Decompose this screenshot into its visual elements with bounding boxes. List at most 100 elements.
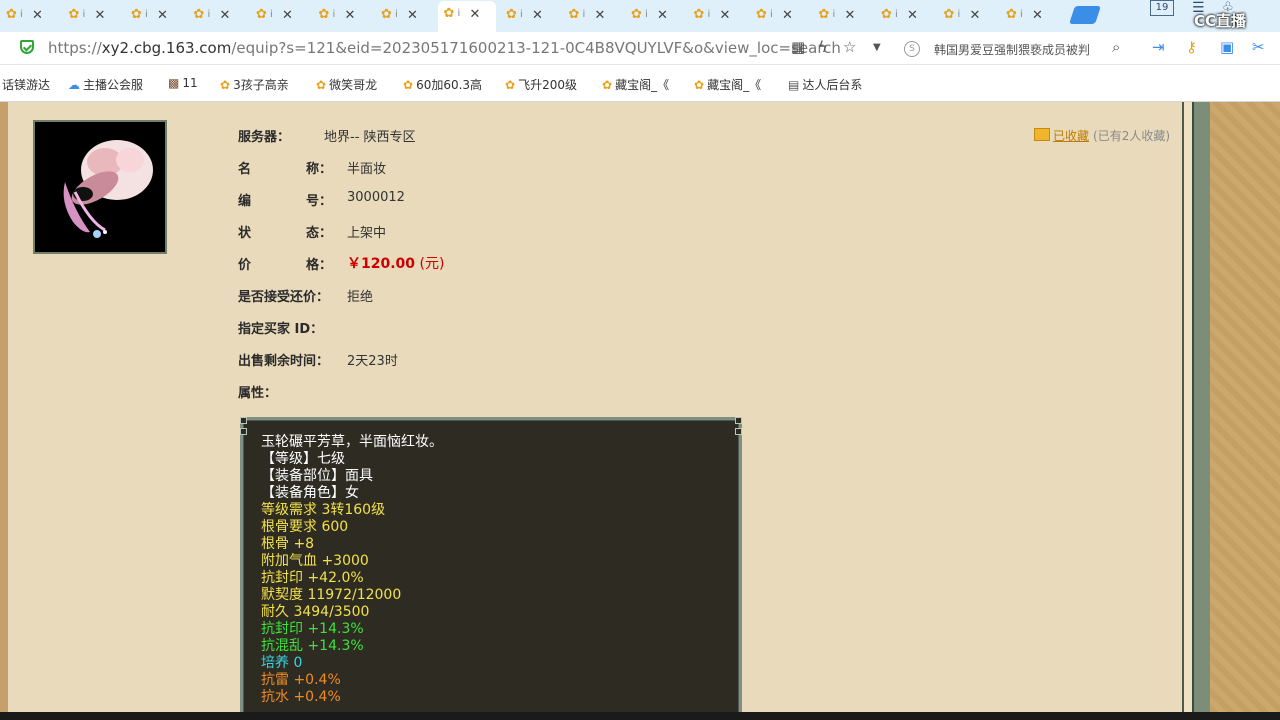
bookmark-item[interactable]: 话镁游达 — [2, 76, 50, 93]
tab-close-icon[interactable]: ✕ — [657, 8, 668, 23]
game-icon: ▩ — [168, 76, 180, 90]
server-value: 地界-- 陕西专区 — [324, 130, 416, 145]
bookmark-item[interactable]: ▩ 11 — [168, 76, 198, 90]
tab-close-icon[interactable]: ✕ — [95, 8, 106, 23]
bookmark-label: 达人后台系 — [802, 78, 863, 92]
qr-code-icon[interactable]: ▦ — [791, 38, 805, 56]
tab-close-icon[interactable]: ✕ — [157, 8, 168, 23]
item-image-frame — [33, 120, 167, 254]
price-label: 价 格： — [238, 254, 332, 273]
dropdown-chevron-icon[interactable]: ▼ — [873, 42, 881, 53]
browser-tab[interactable]: ✿ ⅰ ✕ — [437, 1, 496, 32]
chick-favicon-icon: ✿ — [443, 6, 455, 21]
bookmarks-bar: 话镁游达 ☁ 主播公会服 ▩ 11 ✿ 3孩子高亲 ✿ 微笑哥龙 ✿ 60加60.3高 ✿… — [0, 65, 1280, 102]
tab-close-icon[interactable]: ✕ — [595, 8, 606, 23]
favorite-area: 已收藏 (已有2人收藏) — [1034, 127, 1170, 144]
browser-tab[interactable]: ✿ ⅰ ✕ — [688, 2, 746, 30]
tab-close-icon[interactable]: ✕ — [782, 8, 793, 23]
box-corner — [240, 417, 247, 424]
tab-close-icon[interactable]: ✕ — [345, 8, 356, 23]
attribute-line: 等级需求 3转160级 — [261, 502, 386, 518]
attribute-line: 【装备部位】面具 — [261, 468, 373, 484]
attribute-line: 抗水 +0.4% — [261, 689, 341, 705]
scissors-icon[interactable]: ✂ — [1252, 38, 1265, 56]
name-label-a: 名 — [238, 162, 252, 177]
browser-tab[interactable]: ✿ ⅰ ✕ — [813, 2, 871, 30]
url-host: xy2.cbg.163.com — [101, 39, 232, 57]
tab-close-icon[interactable]: ✕ — [282, 8, 293, 23]
bookmark-item[interactable]: ☁ 主播公会服 — [68, 76, 143, 93]
tab-close-icon[interactable]: ✕ — [907, 8, 918, 23]
url-input[interactable]: https://xy2.cbg.163.com/equip?s=121&eid=… — [48, 39, 841, 57]
attribute-line: 【等级】七级 — [261, 451, 345, 467]
bargain-label: 是否接受还价： — [238, 290, 330, 305]
translate-icon[interactable]: ▣ — [1220, 38, 1234, 56]
bookmark-item[interactable]: ▤ 达人后台系 — [788, 76, 862, 93]
browser-tab[interactable]: ✿ ⅰ ✕ — [625, 2, 683, 30]
tab-close-icon[interactable]: ✕ — [470, 7, 481, 22]
tab-close-icon[interactable]: ✕ — [1032, 8, 1043, 23]
price-value: ￥120.00 (元) — [347, 253, 444, 273]
chick-icon: ✿ — [403, 78, 414, 92]
attribute-line: 默契度 11972/12000 — [261, 587, 402, 603]
status-label: 状 态： — [238, 222, 332, 241]
browser-tab[interactable]: ✿ ⅰ ✕ — [250, 2, 308, 30]
status-value: 上架中 — [347, 226, 387, 241]
login-icon[interactable]: ⇥ — [1152, 38, 1165, 56]
side-border — [1184, 102, 1192, 712]
browser-tab[interactable]: ✿ ⅰ ✕ — [938, 2, 996, 30]
bookmark-item[interactable]: ✿ 藏宝阁_《 — [602, 76, 669, 93]
lightning-icon[interactable]: ϟ — [818, 38, 828, 56]
search-icon[interactable]: ⌕ — [1112, 38, 1120, 56]
browser-tab[interactable]: ✿ ⅰ ✕ — [313, 2, 371, 30]
browser-tab[interactable]: ✿ ⅰ ✕ — [125, 2, 183, 30]
attributes-box: 玉轮碾平芳草，半面恼红妆。 【等级】七级 【装备部位】面具 【装备角色】女 等级需求 3… — [240, 417, 742, 720]
bargain-value: 拒绝 — [347, 290, 374, 305]
address-bar: https://xy2.cbg.163.com/equip?s=121&eid=… — [0, 32, 1280, 65]
browser-tab[interactable]: ✿ ⅰ ✕ — [0, 2, 58, 30]
bookmark-item[interactable]: ✿ 3孩子高亲 — [220, 76, 289, 93]
bookmark-item[interactable]: ✿ 飞升200级 — [505, 76, 577, 93]
tab-close-icon[interactable]: ✕ — [720, 8, 731, 23]
tab-info-icon: ⅰ — [457, 8, 461, 19]
id-value: 3000012 — [347, 190, 405, 205]
bookmark-item[interactable]: ✿ 藏宝阁_《 — [694, 76, 761, 93]
browser-tab[interactable]: ✿ ⅰ ✕ — [1000, 2, 1058, 30]
tab-close-icon[interactable]: ✕ — [32, 8, 43, 23]
tab-close-icon[interactable]: ✕ — [970, 8, 981, 23]
key-icon[interactable]: ⚷ — [1186, 38, 1197, 56]
chick-icon: ✿ — [220, 78, 231, 92]
bookmark-item[interactable]: ✿ 60加60.3高 — [403, 76, 482, 93]
browser-tab[interactable]: ✿ ⅰ ✕ — [500, 2, 558, 30]
tab-close-icon[interactable]: ✕ — [532, 8, 543, 23]
tab-close-icon[interactable]: ✕ — [407, 8, 418, 23]
bookmark-item[interactable]: ✿ 微笑哥龙 — [316, 76, 377, 93]
id-label-b: 号： — [305, 194, 332, 209]
attribute-list: 玉轮碾平芳草，半面恼红妆。 【等级】七级 【装备部位】面具 【装备角色】女 等级需求 3… — [261, 434, 443, 706]
tab-close-icon[interactable]: ✕ — [845, 8, 856, 23]
browser-tab[interactable]: ✿ ⅰ ✕ — [375, 2, 433, 30]
price-amount: ￥120.00 — [347, 256, 416, 272]
browser-tab[interactable]: ✿ ⅰ ✕ — [875, 2, 933, 30]
search-engine-icon[interactable]: S — [904, 41, 920, 57]
favorite-link[interactable]: 已收藏 — [1053, 129, 1089, 143]
browser-tab[interactable]: ✿ ⅰ ✕ — [563, 2, 621, 30]
id-label-a: 编 — [238, 194, 252, 209]
name-value: 半面妆 — [347, 162, 387, 177]
tab-info-icon: ⅰ — [20, 9, 23, 20]
box-corner — [240, 428, 247, 435]
chick-favicon-icon: ✿ — [193, 7, 205, 22]
side-border — [1192, 102, 1212, 712]
search-suggestion[interactable]: 韩国男爱豆强制猥亵成员被判 — [934, 41, 1104, 58]
chick-icon: ✿ — [316, 78, 327, 92]
browser-tab[interactable]: ✿ ⅰ ✕ — [750, 2, 808, 30]
secure-shield-icon — [20, 40, 34, 54]
chick-favicon-icon: ✿ — [756, 7, 767, 22]
bookmark-star-icon[interactable]: ☆ — [843, 38, 856, 56]
server-label: 服务器： — [238, 130, 291, 145]
tab-close-icon[interactable]: ✕ — [220, 8, 231, 23]
folder-star-icon — [1034, 128, 1050, 141]
mask-item-image — [35, 122, 165, 252]
browser-tab[interactable]: ✿ ⅰ ✕ — [188, 2, 246, 30]
browser-tab[interactable]: ✿ ⅰ ✕ — [63, 2, 121, 30]
